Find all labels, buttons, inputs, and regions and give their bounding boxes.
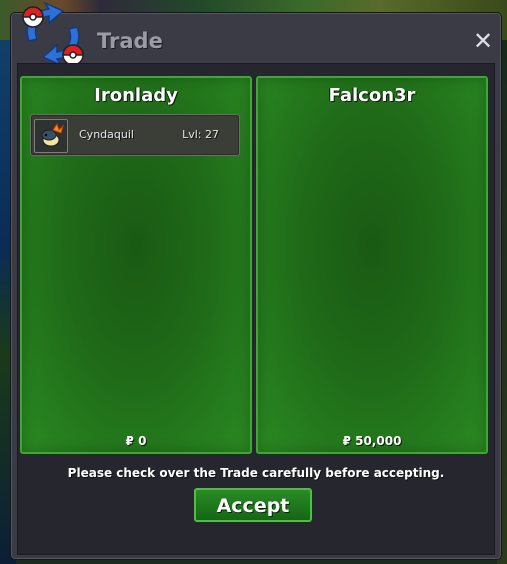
trade-panel-ironlady: Ironlady Cyndaquil Lvl: 27 ₽ 0 (20, 76, 252, 454)
window-title: Trade (97, 29, 163, 53)
item-name: Cyndaquil (79, 128, 134, 141)
trade-item-row[interactable]: Cyndaquil Lvl: 27 (30, 114, 240, 156)
accept-button[interactable]: Accept (194, 488, 312, 522)
item-level: Lvl: 27 (182, 128, 219, 141)
trade-content: Ironlady Cyndaquil Lvl: 27 ₽ 0 Falcon3r … (17, 63, 495, 555)
close-icon: ✕ (472, 27, 494, 55)
player-name: Falcon3r (328, 85, 416, 106)
title-bar[interactable]: Trade ✕ (11, 1, 501, 67)
money-amount: ₽ 50,000 (342, 434, 402, 448)
cyndaquil-icon (34, 119, 68, 153)
trade-window: Trade ✕ Ironlady Cyndaquil Lvl: 27 ₽ 0 F… (10, 1, 502, 560)
player-name: Ironlady (94, 85, 178, 106)
trade-panel-falcon3r: Falcon3r ₽ 50,000 (256, 76, 488, 454)
money-amount: ₽ 0 (125, 434, 147, 448)
close-button[interactable]: ✕ (471, 29, 495, 53)
trade-notice: Please check over the Trade carefully be… (67, 466, 445, 480)
trade-exchange-icon (22, 1, 84, 67)
